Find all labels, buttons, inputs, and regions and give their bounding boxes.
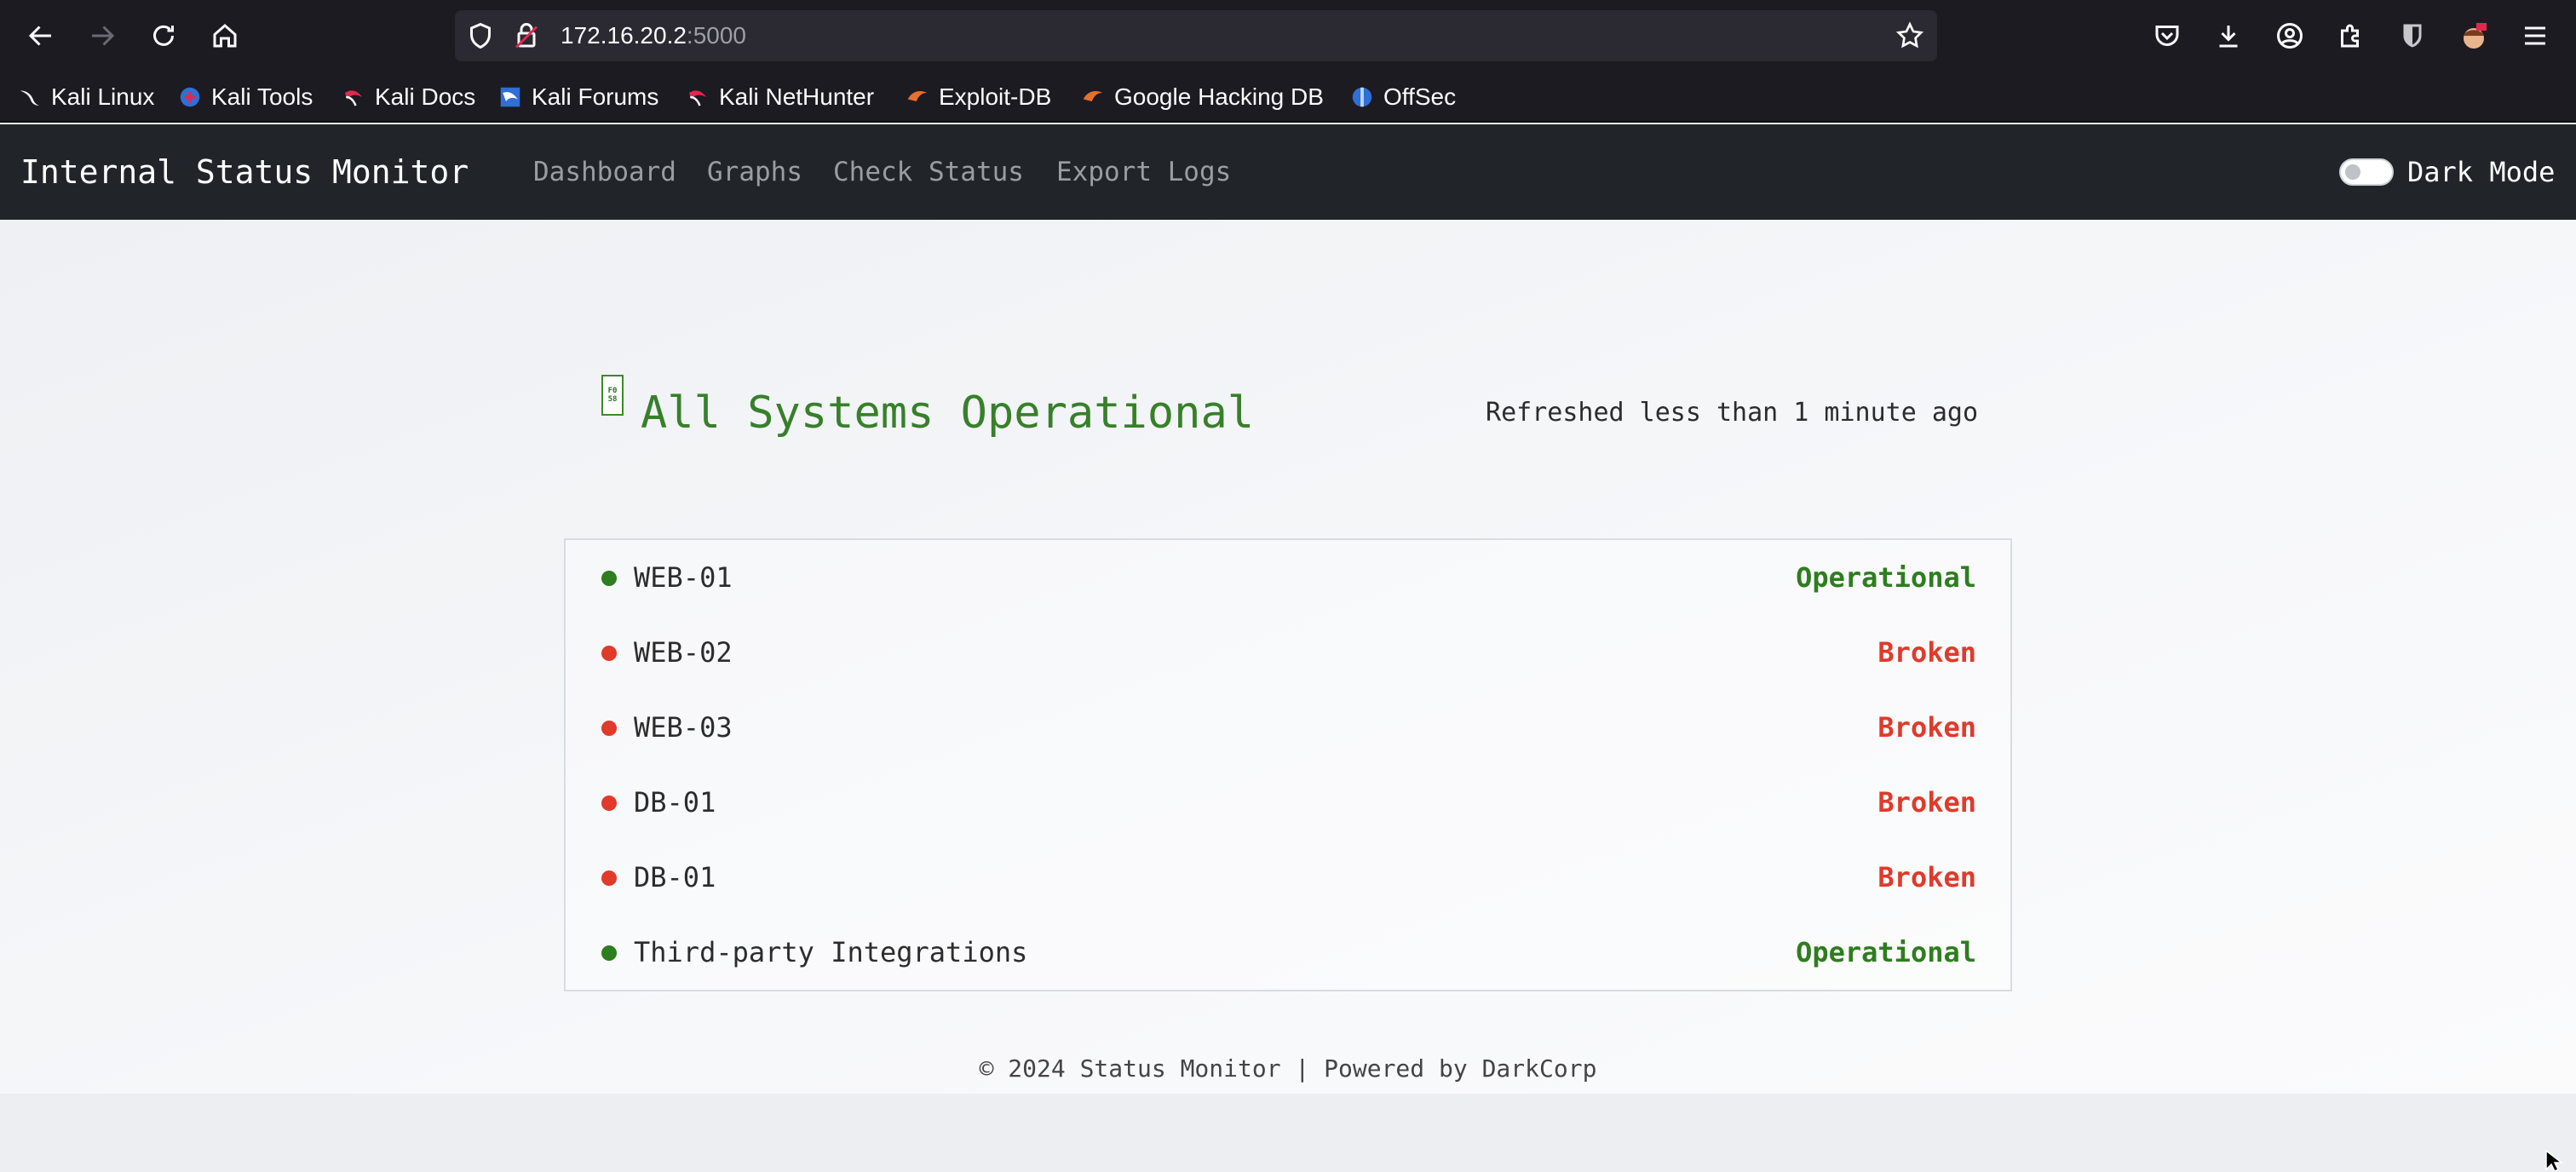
bookmark-label: Kali Tools [211,83,313,110]
brand-title[interactable]: Internal Status Monitor [20,124,469,220]
service-name: WEB-01 [634,561,733,594]
bookmark-label: Exploit-DB [939,83,1052,110]
kali-tools-icon [180,87,200,107]
services-panel: WEB-01 Operational WEB-02 Broken WEB-03 … [564,538,2012,991]
extensions-button[interactable] [2329,14,2373,58]
main-content: F0 58 All Systems Operational Refreshed … [0,220,2576,1094]
service-row: DB-01 Broken [566,765,2010,840]
hamburger-menu-icon [2525,26,2545,45]
service-state: Operational [1796,936,1976,968]
service-row: Third-party Integrations Operational [566,915,2010,990]
nav-check-status[interactable]: Check Status [833,124,1024,220]
bookmark-label: OffSec [1383,83,1457,110]
url-bar[interactable]: 172.16.20.2:5000 [455,10,1937,61]
account-button[interactable] [2268,14,2312,58]
bookmark-kali-docs[interactable]: Kali Docs [341,72,475,123]
browser-toolbar: 172.16.20.2:5000 [0,0,2576,72]
bitwarden-button[interactable] [2390,14,2435,58]
status-dot [601,721,617,736]
extension-avatar-button[interactable] [2452,14,2496,58]
menu-button[interactable] [2513,14,2557,58]
status-dot [601,870,617,886]
reload-button[interactable] [141,14,186,58]
service-state: Broken [1877,636,1976,669]
reload-icon [153,25,174,46]
back-arrow-icon [28,26,51,46]
status-dot [601,646,617,661]
shield-icon[interactable] [465,20,496,51]
status-headline: All Systems Operational [641,388,1255,439]
forward-button[interactable] [80,14,124,58]
account-icon [2277,23,2303,49]
nav-dashboard[interactable]: Dashboard [533,124,676,220]
bookmark-offsec[interactable]: OffSec [1349,72,1456,123]
page-footer: © 2024 Status Monitor | Powered by DarkC… [979,1054,1597,1083]
service-state: Broken [1877,786,1976,819]
refreshed-text: Refreshed less than 1 minute ago [1486,398,1978,428]
extension-avatar-icon [2464,23,2487,49]
status-dot [601,945,617,961]
download-icon [2219,26,2238,48]
bookmarks-toolbar: Kali Linux Kali Tools Kali Docs Kali For… [0,72,2576,123]
ghdb-icon [1083,91,1103,101]
exploit-db-icon [907,91,928,101]
service-state: Operational [1796,561,1976,594]
service-row: WEB-02 Broken [566,615,2010,690]
glyph-top: F0 [607,387,618,395]
page-bottom [0,1094,2576,1172]
bookmark-kali-forums[interactable]: Kali Forums [497,72,658,123]
back-button[interactable] [19,14,63,58]
service-row: WEB-01 Operational [566,540,2010,615]
bookmark-kali-linux[interactable]: Kali Linux [17,72,154,123]
bookmark-exploit-db[interactable]: Exploit-DB [905,72,1051,123]
missing-glyph-icon: F0 58 [601,375,624,416]
app-navbar: Internal Status Monitor Dashboard Graphs… [0,124,2576,220]
bookmark-label: Kali Forums [532,83,659,110]
nav-graphs[interactable]: Graphs [707,124,802,220]
status-dot [601,571,617,586]
offsec-icon [1352,87,1372,107]
glyph-bottom: 58 [607,395,618,404]
insecure-lock-icon[interactable] [511,20,542,51]
dark-mode-toggle[interactable] [2339,158,2394,186]
bookmark-label: Kali NetHunter [719,83,875,110]
service-row: DB-01 Broken [566,840,2010,915]
bookmark-label: Kali Linux [51,83,155,110]
url-text[interactable]: 172.16.20.2:5000 [561,10,746,61]
bitwarden-shield-icon [2403,24,2422,48]
bookmark-star-icon[interactable] [1895,20,1925,51]
kali-nethunter-icon [689,90,706,106]
kali-docs-icon [345,90,362,106]
service-name: DB-01 [634,861,716,893]
toggle-knob [2345,164,2360,180]
home-button[interactable] [203,14,247,58]
service-row: WEB-03 Broken [566,690,2010,765]
service-state: Broken [1877,711,1976,744]
bookmark-google-hacking-db[interactable]: Google Hacking DB [1080,72,1324,123]
bookmark-kali-tools[interactable]: Kali Tools [177,72,313,123]
bookmark-label: Google Hacking DB [1114,83,1324,110]
nav-export-logs[interactable]: Export Logs [1056,124,1231,220]
service-state: Broken [1877,861,1976,893]
service-name: WEB-03 [634,711,733,744]
puzzle-icon [2341,24,2359,48]
status-dot [601,796,617,811]
mouse-cursor-icon [2545,1150,2564,1172]
dark-mode-label: Dark Mode [2407,156,2556,188]
kali-forums-icon [500,87,520,107]
service-name: Third-party Integrations [634,936,1028,968]
bookmark-label: Kali Docs [375,83,476,110]
kali-dragon-icon [20,90,40,106]
forward-arrow-icon [92,26,115,46]
pocket-icon [2155,26,2179,46]
home-icon [213,24,237,48]
downloads-button[interactable] [2206,14,2251,58]
service-name: DB-01 [634,786,716,819]
service-name: WEB-02 [634,636,733,669]
bookmark-kali-nethunter[interactable]: Kali NetHunter [685,72,874,123]
pocket-button[interactable] [2145,14,2189,58]
